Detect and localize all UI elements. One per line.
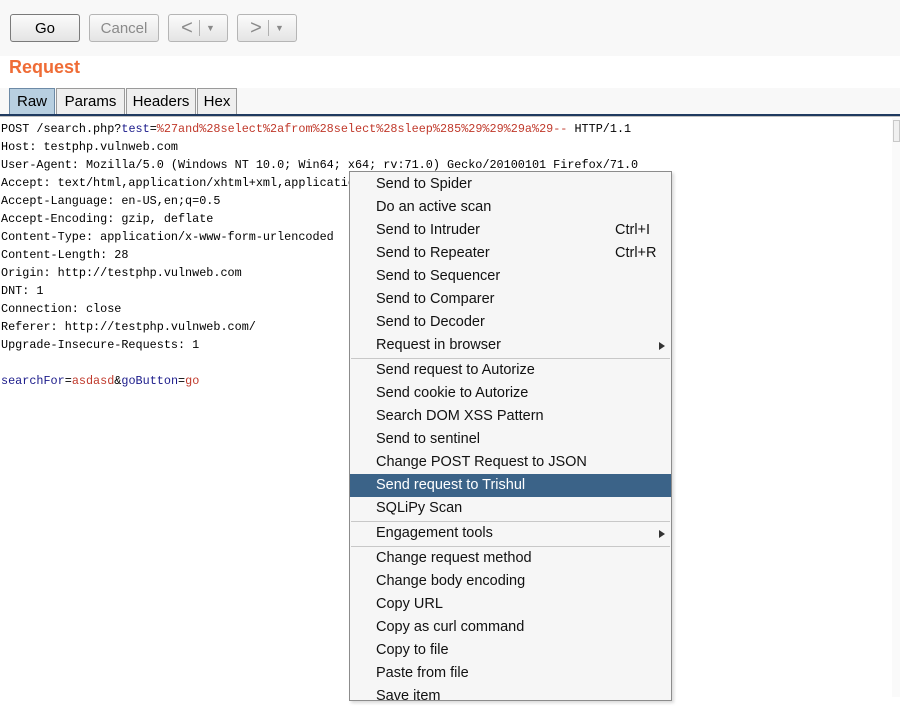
menu-item-send-to-sequencer[interactable]: Send to Sequencer: [350, 265, 671, 288]
menu-item-send-to-spider[interactable]: Send to Spider: [350, 173, 671, 196]
back-button[interactable]: < ▼: [168, 14, 228, 42]
menu-item-label: Paste from file: [376, 665, 469, 681]
menu-item-send-to-comparer[interactable]: Send to Comparer: [350, 288, 671, 311]
menu-item-send-to-decoder[interactable]: Send to Decoder: [350, 311, 671, 334]
menu-item-send-to-intruder[interactable]: Send to Intruder Ctrl+I: [350, 219, 671, 242]
menu-item-label: Change request method: [376, 550, 532, 566]
menu-item-label: SQLiPy Scan: [376, 500, 463, 516]
param-equals: =: [64, 374, 72, 388]
header-line[interactable]: DNT: 1: [1, 282, 43, 300]
header-line[interactable]: Origin: http://testphp.vulnweb.com: [1, 264, 242, 282]
scroll-up-button[interactable]: [893, 120, 900, 142]
http-version: HTTP/1.1: [567, 122, 632, 136]
param-equals: =: [149, 122, 157, 136]
menu-item-label: Copy URL: [376, 596, 443, 612]
section-title: Request: [9, 57, 81, 77]
param-name: searchFor: [1, 374, 65, 388]
header-line[interactable]: Accept-Language: en-US,en;q=0.5: [1, 192, 220, 210]
menu-item-change-post-to-json[interactable]: Change POST Request to JSON: [350, 451, 671, 474]
menu-item-label: Change POST Request to JSON: [376, 454, 587, 470]
menu-item-copy-as-curl[interactable]: Copy as curl command: [350, 616, 671, 639]
menu-item-label: Copy to file: [376, 642, 449, 658]
chevron-down-icon[interactable]: ▼: [206, 23, 215, 33]
tab-hex[interactable]: Hex: [197, 88, 237, 114]
menu-item-label: Request in browser: [376, 337, 501, 353]
go-button[interactable]: Go: [10, 14, 80, 42]
header-line[interactable]: Content-Type: application/x-www-form-url…: [1, 228, 334, 246]
menu-item-change-request-method[interactable]: Change request method: [350, 547, 671, 570]
menu-item-paste-from-file[interactable]: Paste from file: [350, 662, 671, 685]
menu-item-copy-to-file[interactable]: Copy to file: [350, 639, 671, 662]
menu-item-label: Do an active scan: [376, 199, 492, 215]
request-line[interactable]: POST /search.php?test=%27and%28select%2a…: [1, 120, 631, 138]
divider: [268, 20, 269, 36]
menu-item-label: Copy as curl command: [376, 619, 525, 635]
header-line[interactable]: Referer: http://testphp.vulnweb.com/: [1, 318, 256, 336]
menu-item-engagement-tools[interactable]: Engagement tools: [350, 522, 671, 545]
menu-item-label: Engagement tools: [376, 525, 493, 541]
tab-headers[interactable]: Headers: [126, 88, 196, 114]
body-line[interactable]: searchFor=asdasd&goButton=go: [1, 372, 199, 390]
menu-item-label: Send cookie to Autorize: [376, 385, 529, 401]
menu-item-label: Send to Comparer: [376, 291, 495, 307]
param-value: asdasd: [71, 374, 115, 388]
menu-item-request-in-browser[interactable]: Request in browser: [350, 334, 671, 357]
header-line[interactable]: Connection: close: [1, 300, 121, 318]
menu-item-shortcut: Ctrl+I: [615, 222, 651, 238]
forward-arrow-icon: >: [250, 17, 262, 39]
menu-item-label: Send to Intruder: [376, 222, 480, 238]
param-name: goButton: [121, 374, 179, 388]
chevron-down-icon[interactable]: ▼: [275, 23, 284, 33]
menu-item-label: Send request to Autorize: [376, 362, 535, 378]
menu-item-send-to-repeater[interactable]: Send to Repeater Ctrl+R: [350, 242, 671, 265]
menu-item-active-scan[interactable]: Do an active scan: [350, 196, 671, 219]
header-line[interactable]: Upgrade-Insecure-Requests: 1: [1, 336, 199, 354]
menu-item-label: Send to sentinel: [376, 431, 480, 447]
toolbar: Go Cancel < ▼ > ▼: [0, 0, 900, 56]
back-arrow-icon: <: [181, 17, 193, 39]
tab-params[interactable]: Params: [56, 88, 125, 114]
menu-item-label: Change body encoding: [376, 573, 526, 589]
cancel-button[interactable]: Cancel: [89, 14, 159, 42]
menu-item-copy-url[interactable]: Copy URL: [350, 593, 671, 616]
header-line[interactable]: Accept-Encoding: gzip, deflate: [1, 210, 213, 228]
menu-item-label: Send to Spider: [376, 176, 472, 192]
menu-item-label: Send to Decoder: [376, 314, 485, 330]
menu-item-send-to-trishul[interactable]: Send request to Trishul: [350, 474, 671, 497]
tab-bar: Raw Params Headers Hex: [0, 88, 900, 115]
forward-button[interactable]: > ▼: [237, 14, 297, 42]
header-line[interactable]: Content-Length: 28: [1, 246, 128, 264]
request-method-path: POST /search.php?: [1, 122, 122, 136]
scrollbar[interactable]: [892, 118, 900, 697]
menu-item-search-dom-xss[interactable]: Search DOM XSS Pattern: [350, 405, 671, 428]
menu-item-change-body-encoding[interactable]: Change body encoding: [350, 570, 671, 593]
tab-raw[interactable]: Raw: [9, 88, 55, 114]
submenu-arrow-icon: [659, 530, 665, 538]
param-value: %27and%28select%2afrom%28select%28sleep%…: [156, 122, 568, 136]
menu-item-send-to-sentinel[interactable]: Send to sentinel: [350, 428, 671, 451]
menu-item-shortcut: Ctrl+R: [615, 245, 657, 261]
menu-item-send-cookie-to-autorize[interactable]: Send cookie to Autorize: [350, 382, 671, 405]
menu-item-label: Send to Repeater: [376, 245, 490, 261]
context-menu: Send to Spider Do an active scan Send to…: [349, 171, 672, 704]
menu-item-label: Send to Sequencer: [376, 268, 501, 284]
menu-item-sqlipy-scan[interactable]: SQLiPy Scan: [350, 497, 671, 520]
submenu-arrow-icon: [659, 342, 665, 350]
menu-item-label: Send request to Trishul: [376, 477, 526, 493]
divider: [199, 20, 200, 36]
menu-item-label: Search DOM XSS Pattern: [376, 408, 544, 424]
param-name: test: [121, 122, 150, 136]
param-value: go: [185, 374, 200, 388]
header-line[interactable]: Host: testphp.vulnweb.com: [1, 138, 178, 156]
menu-item-send-to-autorize[interactable]: Send request to Autorize: [350, 359, 671, 382]
